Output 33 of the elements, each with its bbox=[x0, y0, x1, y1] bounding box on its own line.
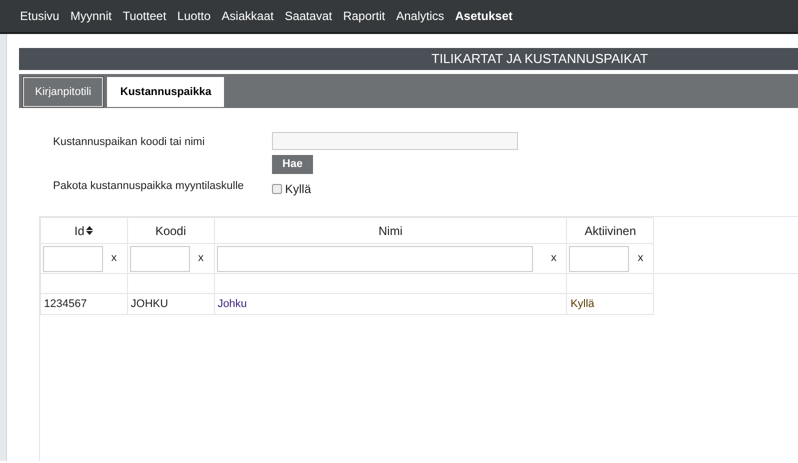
nav-link[interactable]: Myynnit bbox=[70, 7, 112, 25]
clear-filter-button[interactable]: x bbox=[550, 250, 556, 267]
table-cell: JOHKU bbox=[127, 294, 214, 314]
filter-field[interactable] bbox=[43, 246, 103, 272]
nav-link[interactable]: Saatavat bbox=[284, 7, 332, 25]
clear-filter-button[interactable]: x bbox=[198, 250, 204, 267]
tab[interactable]: Kustannuspaikka bbox=[107, 77, 224, 107]
checkbox[interactable] bbox=[272, 184, 282, 194]
search-button[interactable]: Hae bbox=[272, 155, 313, 174]
nav-link[interactable]: Asetukset bbox=[455, 7, 512, 25]
checkbox-label: Kyllä bbox=[285, 181, 312, 198]
clear-filter-button[interactable]: x bbox=[111, 250, 117, 267]
column-header[interactable]: Nimi bbox=[378, 222, 402, 240]
filter-field[interactable] bbox=[216, 246, 533, 272]
nav-link[interactable]: Etusivu bbox=[20, 7, 60, 25]
nav-link[interactable]: Tuotteet bbox=[122, 7, 166, 25]
nav-link[interactable]: Asiakkaat bbox=[222, 7, 274, 25]
field-label: Kustannuspaikan koodi tai nimi bbox=[53, 135, 206, 150]
clear-filter-button[interactable]: x bbox=[638, 250, 644, 267]
table-cell: Johku bbox=[214, 294, 567, 314]
filter-field[interactable] bbox=[569, 246, 630, 272]
table-cell: Kyllä bbox=[566, 294, 654, 314]
table-cell: 1234567 bbox=[40, 294, 128, 314]
filter-field[interactable] bbox=[130, 246, 190, 272]
sort-icon[interactable] bbox=[86, 226, 94, 235]
column-header[interactable]: Id bbox=[74, 222, 84, 240]
tab[interactable]: Kirjanpitotili bbox=[23, 77, 104, 107]
field-label: Pakota kustannuspaikka myyntilaskulle bbox=[53, 179, 245, 194]
panel-header: TILIKARTAT JA KUSTANNUSPAIKAT bbox=[19, 48, 798, 70]
nav-link[interactable]: Raportit bbox=[343, 7, 386, 25]
nav-link[interactable]: Analytics bbox=[396, 7, 444, 25]
nav-link[interactable]: Luotto bbox=[177, 7, 211, 25]
search-field[interactable] bbox=[272, 132, 518, 150]
